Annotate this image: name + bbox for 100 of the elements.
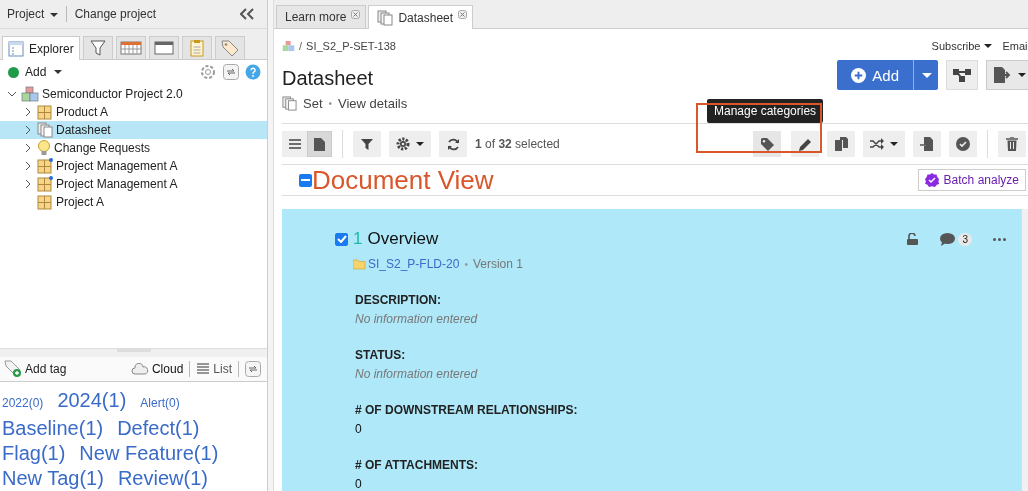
calendar-tab[interactable] [115,36,146,59]
section-title: Overview [367,229,439,249]
filter-tab[interactable] [82,36,113,59]
tag-link[interactable]: New Feature(1) [79,441,219,466]
comment-icon[interactable] [940,232,956,246]
tag-link[interactable]: 2022(0) [2,391,44,416]
more-icon[interactable] [993,237,1006,241]
tag-link[interactable]: Defect(1) [117,416,200,441]
refresh-icon [446,137,460,151]
grid-dot-icon [37,158,53,174]
project-menu[interactable]: Project [7,7,58,21]
explorer-tab[interactable]: Explorer [2,36,80,60]
section-number: 1 [353,229,363,249]
item-type: Set [303,96,323,111]
list-view-button[interactable] [282,131,307,157]
export-icon [992,67,1013,83]
document-view-button[interactable] [307,131,332,157]
edit-button[interactable] [791,131,819,157]
unlock-icon[interactable] [907,233,919,245]
scrollbar[interactable] [1021,209,1028,491]
check-circle-icon [956,137,970,151]
tree-item[interactable]: Semiconductor Project 2.0 [42,87,183,101]
tree-item[interactable]: Product A [56,105,109,119]
pages-icon [377,9,394,26]
pages-icon [282,96,297,111]
shuffle-icon [870,138,884,150]
filter-icon [361,138,373,150]
tag-button[interactable] [753,131,781,157]
tree-item[interactable]: Change Requests [54,141,151,155]
tag-link[interactable]: New Tag(1) [2,466,104,491]
batch-analyze-button[interactable]: Batch analyze [917,169,1026,191]
change-project-link[interactable]: Change project [74,7,157,21]
copy-button[interactable] [827,131,855,157]
field-label: STATUS: [355,348,407,362]
field-value: 0 [355,477,363,491]
header-link[interactable]: Subscribe [931,40,993,52]
import-button[interactable] [913,131,941,157]
collapse-icon[interactable] [240,8,254,20]
add-dropdown-button[interactable] [913,60,938,90]
dot-separator: • [328,98,333,109]
list-icon [196,363,211,375]
approve-button[interactable] [949,131,977,157]
tooltip: Manage categories [707,99,824,123]
close-icon[interactable] [351,10,361,19]
pages-icon [37,122,53,138]
list-view-button[interactable]: List [196,362,232,376]
plus-icon [851,67,867,83]
refresh-button[interactable] [439,131,467,157]
window-tab[interactable] [148,36,179,59]
add-button[interactable]: Add [837,60,913,90]
field-value: No information entered [355,367,479,381]
tree-item[interactable]: Datasheet [56,123,111,137]
pencil-icon [798,137,812,151]
import-icon [920,137,934,151]
delete-button[interactable] [998,131,1026,157]
document-tab[interactable]: Learn more [276,5,367,28]
page-title: Datasheet [282,67,375,90]
checkbox[interactable] [335,232,348,246]
field-value: No information entered [355,312,479,326]
tag-link[interactable]: Review(1) [117,466,208,491]
tag-icon [760,137,774,151]
help-icon[interactable] [245,64,261,80]
document-icon [314,137,325,151]
close-icon[interactable] [458,10,468,19]
shuffle-button[interactable] [863,131,905,157]
tag-tab[interactable] [214,36,245,59]
add-tag-button[interactable]: Add tag [4,360,67,378]
list-icon [288,139,301,149]
badge-check-icon [924,173,939,187]
field-label: # OF DOWNSTREAM RELATIONSHIPS: [355,403,579,417]
breadcrumb-separator: / [299,40,303,52]
clipboard-tab[interactable] [181,36,212,59]
tree-item[interactable]: Project Management A [56,177,178,191]
comment-count: 3 [958,232,972,246]
tag-link[interactable]: Baseline(1) [2,416,104,441]
field-value: 0 [355,422,363,436]
annotation-label: Document View [312,166,494,194]
export-button[interactable] [986,60,1028,90]
document-tab[interactable]: Datasheet [368,5,474,29]
breadcrumb-link[interactable]: SI_S2_P-SET-138 [306,40,396,52]
filter-button[interactable] [353,131,381,157]
trash-icon [1006,137,1018,151]
item-id-link[interactable]: SI_S2_P-FLD-20 [368,257,460,271]
add-button[interactable]: Add [8,65,63,79]
tree-item[interactable]: Project Management A [56,159,178,173]
version-label: Version 1 [472,257,523,271]
window-icon [153,41,174,55]
view-details-link[interactable]: View details [338,96,408,111]
tag-link[interactable]: Alert(0) [140,391,180,416]
collapse-all-button[interactable] [299,173,312,187]
tree-item[interactable]: Project A [56,195,105,209]
tag-link[interactable]: Flag(1) [2,441,66,466]
relationships-button[interactable] [946,60,978,90]
field-label: DESCRIPTION: [355,293,442,307]
folder-icon [353,258,366,270]
tag-link[interactable]: 2024(1) [57,388,127,413]
settings-icon[interactable] [199,63,217,81]
diagram-icon [953,68,971,82]
settings-button[interactable] [389,131,431,157]
cloud-view-button[interactable]: Cloud [130,362,184,376]
